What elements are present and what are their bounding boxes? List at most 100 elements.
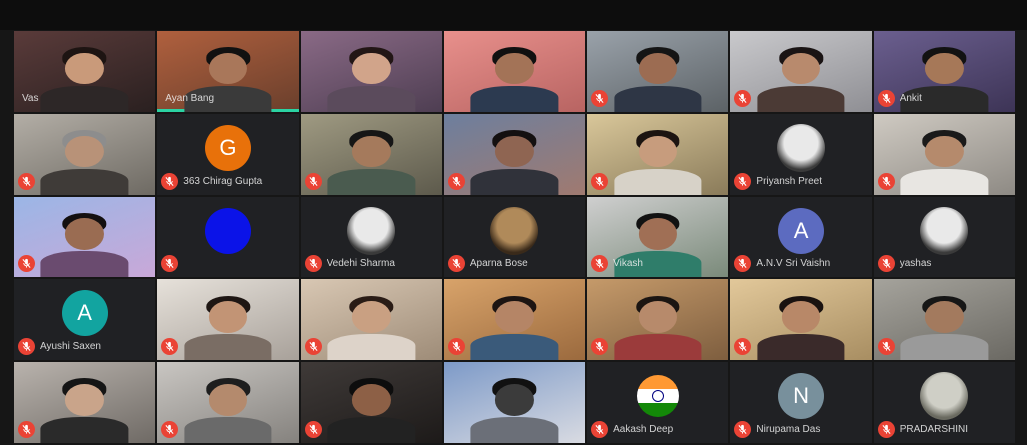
profile-photo xyxy=(777,123,826,172)
india-flag-avatar xyxy=(636,375,679,418)
participant-video xyxy=(470,43,559,112)
participant-tile[interactable] xyxy=(14,362,156,443)
top-bar xyxy=(0,0,1027,30)
profile-photo xyxy=(490,206,539,255)
avatar: G xyxy=(204,124,251,171)
participant-tile[interactable]: Ankit xyxy=(873,31,1015,112)
participant-tile[interactable]: A Ayushi Saxen xyxy=(14,279,156,361)
mic-muted-icon xyxy=(447,172,465,190)
mic-muted-icon xyxy=(18,172,35,190)
participant-video xyxy=(184,374,272,443)
avatar: A xyxy=(778,207,825,254)
participant-name: Vikash xyxy=(613,258,643,270)
participant-tile[interactable] xyxy=(300,279,442,361)
participant-tile[interactable] xyxy=(300,31,442,112)
participant-tile[interactable] xyxy=(157,279,299,361)
profile-photo xyxy=(347,206,396,255)
participant-video xyxy=(40,209,129,278)
participant-tile[interactable]: Aakash Deep xyxy=(587,362,729,443)
participant-video xyxy=(40,374,129,443)
mic-muted-icon xyxy=(877,255,895,273)
mic-muted-icon xyxy=(447,338,465,356)
mic-muted-icon xyxy=(18,255,35,273)
profile-photo xyxy=(920,372,969,421)
participant-name: Priyansh Preet xyxy=(756,175,823,187)
participant-name: Nirupama Das xyxy=(756,424,821,435)
participant-tile[interactable]: Vikash xyxy=(587,196,729,278)
participant-tile[interactable] xyxy=(14,113,156,195)
mic-muted-icon xyxy=(734,255,752,273)
profile-photo xyxy=(920,206,969,255)
participant-tile[interactable] xyxy=(443,362,586,443)
mic-muted-icon xyxy=(161,172,179,190)
participant-tile[interactable]: Ayan Bang xyxy=(157,31,299,112)
participant-name: Aparna Bose xyxy=(469,258,528,270)
avatar: N xyxy=(778,373,825,420)
participant-name: Vas xyxy=(22,92,39,104)
mic-muted-icon xyxy=(877,338,895,356)
participant-tile[interactable]: Vas xyxy=(14,31,156,112)
participant-video xyxy=(757,43,845,112)
participant-tile[interactable]: A A.N.V Sri Vaishn xyxy=(730,196,872,278)
participant-video xyxy=(184,292,272,361)
participant-tile[interactable] xyxy=(873,113,1015,195)
participant-tile[interactable]: PRADARSHINI xyxy=(873,362,1015,443)
participant-tile[interactable] xyxy=(443,31,586,112)
participant-grid: Vas Ayan Bang Ankit G 363 Chirag Gupta Priyan… xyxy=(14,31,1015,443)
participant-tile[interactable]: N Nirupama Das xyxy=(730,362,872,443)
mic-muted-icon xyxy=(161,421,179,438)
mic-muted-icon xyxy=(18,421,35,438)
participant-name: Ankit xyxy=(899,92,922,104)
participant-video xyxy=(470,374,559,443)
participant-video xyxy=(327,126,415,195)
participant-tile[interactable] xyxy=(443,279,586,361)
mic-muted-icon xyxy=(161,338,179,356)
mic-muted-icon xyxy=(591,172,609,190)
participant-tile[interactable] xyxy=(873,279,1015,361)
mic-muted-icon xyxy=(877,172,895,190)
participant-video xyxy=(40,126,129,195)
participant-video xyxy=(757,292,845,361)
participant-video xyxy=(613,43,702,112)
mic-muted-icon xyxy=(591,89,609,107)
participant-video xyxy=(900,292,989,361)
mic-muted-icon xyxy=(591,421,609,438)
mic-muted-icon xyxy=(304,421,322,438)
participant-tile[interactable] xyxy=(730,31,872,112)
mic-muted-icon xyxy=(304,338,322,356)
participant-tile[interactable]: Vedehi Sharma xyxy=(300,196,442,278)
mic-muted-icon xyxy=(591,255,609,273)
participant-tile[interactable] xyxy=(157,362,299,443)
mic-muted-icon xyxy=(734,172,752,190)
participant-tile[interactable]: Aparna Bose xyxy=(443,196,586,278)
participant-tile[interactable] xyxy=(730,279,872,361)
participant-name: Ayushi Saxen xyxy=(40,341,101,353)
participant-name: Ayan Bang xyxy=(165,92,215,104)
participant-video xyxy=(613,292,702,361)
participant-tile[interactable] xyxy=(587,113,729,195)
participant-tile[interactable] xyxy=(157,196,299,278)
participant-tile[interactable] xyxy=(587,31,729,112)
participant-tile[interactable] xyxy=(300,113,442,195)
mic-muted-icon xyxy=(877,89,895,107)
mic-muted-icon xyxy=(304,172,322,190)
participant-video xyxy=(327,43,415,112)
participant-video xyxy=(327,374,415,443)
participant-tile[interactable] xyxy=(443,113,586,195)
mic-muted-icon xyxy=(734,89,752,107)
mic-muted-icon xyxy=(18,338,35,356)
mic-muted-icon xyxy=(447,255,465,273)
participant-name: A.N.V Sri Vaishn xyxy=(756,258,831,270)
mic-muted-icon xyxy=(734,338,752,356)
avatar: A xyxy=(61,290,108,337)
participant-name: 363 Chirag Gupta xyxy=(183,175,263,187)
participant-tile[interactable] xyxy=(14,196,156,278)
participant-video xyxy=(613,126,702,195)
participant-tile[interactable]: yashas xyxy=(873,196,1015,278)
participant-name: Aakash Deep xyxy=(613,424,674,435)
participant-tile[interactable] xyxy=(300,362,442,443)
mic-muted-icon xyxy=(591,338,609,356)
participant-tile[interactable]: Priyansh Preet xyxy=(730,113,872,195)
participant-tile[interactable] xyxy=(587,279,729,361)
participant-tile[interactable]: G 363 Chirag Gupta xyxy=(157,113,299,195)
